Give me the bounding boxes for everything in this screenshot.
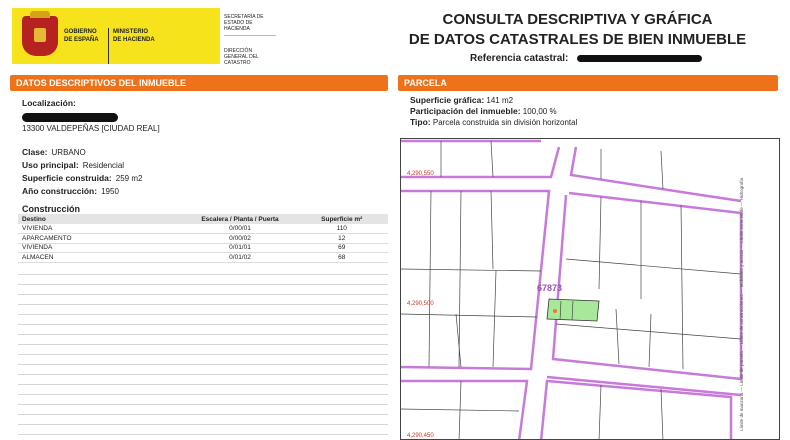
redacted-reference <box>577 54 703 62</box>
cadastral-map[interactable]: 4,290,550 4,290,500 4,290,450 67873 Lími… <box>400 138 780 440</box>
construccion-label: Construcción <box>22 204 81 214</box>
superficie-row: Superficie construida: 259 m2 <box>22 173 143 183</box>
government-logo: GOBIERNO DE ESPAÑA MINISTERIO DE HACIEND… <box>12 8 282 66</box>
table-row: ALMACEN 0/01/02 68 <box>18 252 388 263</box>
coord-label-mid: 4,290,500 <box>407 301 434 307</box>
table-header-row: Destino Escalera / Planta / Puerta Super… <box>18 214 388 224</box>
title-line2: DE DATOS CATASTRALES DE BIEN INMUEBLE <box>408 31 747 48</box>
anio-row: Año construcción: 1950 <box>22 186 119 196</box>
coord-label-bottom: 4,290,450 <box>407 433 434 439</box>
table-row: APARCAMENTO 0/00/02 12 <box>18 233 388 244</box>
uso-row: Uso principal: Residencial <box>22 160 125 170</box>
participacion-row: Participación del inmueble: 100,00 % <box>410 106 557 116</box>
secretaria-text: SECRETARÍA DE ESTADO DE HACIENDA <box>224 14 276 36</box>
map-legend: Límite de manzana — Límite de parcela — … <box>739 177 744 431</box>
section-bar-descriptivos: DATOS DESCRIPTIVOS DEL INMUEBLE <box>10 75 388 91</box>
tipo-row: Tipo: Parcela construida sin división ho… <box>410 117 578 127</box>
empty-table-lines <box>18 265 388 440</box>
parcel-data: Superficie gráfica: 141 m2 Participación… <box>410 95 780 128</box>
coord-label-top: 4,290,550 <box>407 171 434 177</box>
section-bar-parcela: PARCELA <box>398 75 778 91</box>
table-row: VIVIENDA 0/01/01 69 <box>18 243 388 253</box>
localizacion-label: Localización: <box>22 98 76 108</box>
coat-of-arms-icon <box>22 11 58 56</box>
sup-grafica-row: Superficie gráfica: 141 m2 <box>410 95 514 105</box>
catastro-logo: SECRETARÍA DE ESTADO DE HACIENDA DIRECCI… <box>220 8 280 66</box>
localizacion-city: 13300 VALDEPEÑAS [CIUDAD REAL] <box>22 124 160 133</box>
table-row: VIVIENDA 0/00/01 110 <box>18 224 388 234</box>
page-header: GOBIERNO DE ESPAÑA MINISTERIO DE HACIEND… <box>0 0 790 72</box>
parcel-number-label: 67873 <box>537 283 563 293</box>
construction-table: Destino Escalera / Planta / Puerta Super… <box>18 214 388 263</box>
descriptive-data: Localización: 13300 VALDEPEÑAS [CIUDAD R… <box>22 98 388 214</box>
gob-line2: DE ESPAÑA <box>64 37 99 43</box>
map-drawing <box>401 139 743 439</box>
gob-line1: GOBIERNO <box>64 29 97 35</box>
redacted-address <box>22 113 118 122</box>
ministry-line1: MINISTERIO <box>113 29 149 35</box>
direccion-text: DIRECCIÓN GENERAL DEL CATASTRO <box>224 48 259 66</box>
ref-label: Referencia catastral: <box>470 53 569 64</box>
title-line1: CONSULTA DESCRIPTIVA Y GRÁFICA <box>442 11 713 28</box>
document-title: CONSULTA DESCRIPTIVA Y GRÁFICA DE DATOS … <box>400 10 755 50</box>
ministry-line2: DE HACIENDA <box>113 37 155 43</box>
catastral-reference: Referencia catastral: <box>470 53 703 64</box>
clase-row: Clase: URBANO <box>22 147 86 157</box>
